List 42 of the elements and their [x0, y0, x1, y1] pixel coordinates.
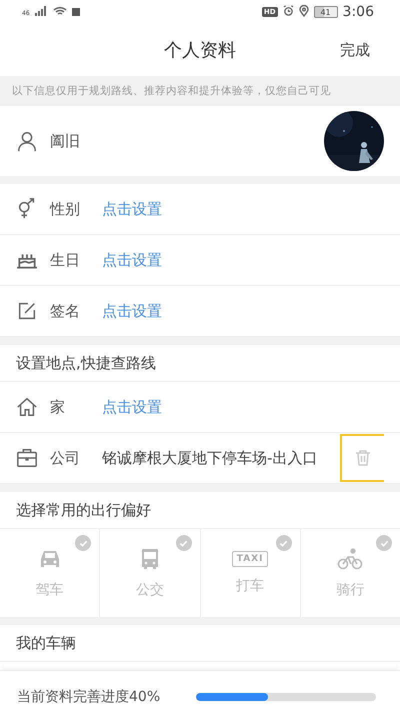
trash-icon	[354, 449, 372, 467]
edit-icon	[16, 300, 38, 322]
user-icon	[16, 130, 38, 152]
check-icon[interactable]	[376, 535, 392, 551]
set-link[interactable]: 点击设置	[102, 250, 162, 270]
set-link[interactable]: 点击设置	[102, 200, 162, 218]
field-label: 家	[50, 398, 66, 416]
page-title: 个人资料	[164, 39, 236, 62]
field-label: 性别	[50, 200, 81, 218]
section-title: 选择常用的出行偏好	[16, 500, 151, 520]
user-name: 阖旧	[50, 132, 81, 150]
mode-label[interactable]: 骑行	[336, 581, 364, 599]
home-icon	[16, 396, 38, 418]
signal-icon	[34, 6, 48, 16]
check-icon[interactable]	[75, 535, 92, 551]
set-link[interactable]: 点击设置	[102, 302, 162, 320]
alarm-icon	[282, 5, 294, 16]
check-icon[interactable]	[176, 535, 192, 551]
location-icon	[298, 4, 309, 16]
check-icon[interactable]	[276, 535, 292, 551]
mode-label[interactable]: 公交	[136, 581, 164, 599]
mode-label[interactable]: 驾车	[36, 581, 64, 599]
mode-label[interactable]: 打车	[236, 577, 264, 595]
wifi-icon	[52, 6, 67, 16]
field-label: 生日	[50, 250, 81, 270]
done-button[interactable]: 完成	[340, 36, 370, 64]
battery-indicator: 41	[314, 6, 338, 18]
taxi-sign: TAXI	[232, 551, 268, 567]
field-label: 公司	[50, 448, 81, 468]
section-title: 我的车辆	[16, 634, 76, 652]
field-value: 铭诚摩根大厦地下停车场-出入口	[102, 448, 318, 468]
set-link[interactable]: 点击设置	[102, 398, 162, 416]
bike-icon	[337, 547, 364, 571]
cake-icon	[16, 252, 38, 268]
progress-label: 当前资料完善进度40%	[17, 688, 162, 706]
clock-time: 3:06	[342, 4, 374, 20]
briefcase-icon	[16, 447, 38, 469]
section-title: 设置地点,快捷查路线	[16, 354, 156, 372]
notification-icon	[72, 8, 80, 16]
delete-button[interactable]	[340, 434, 384, 482]
field-label: 签名	[50, 302, 81, 320]
privacy-notice: 以下信息仅用于规划路线、推荐内容和提升体验等，仅您自己可见	[12, 84, 331, 98]
